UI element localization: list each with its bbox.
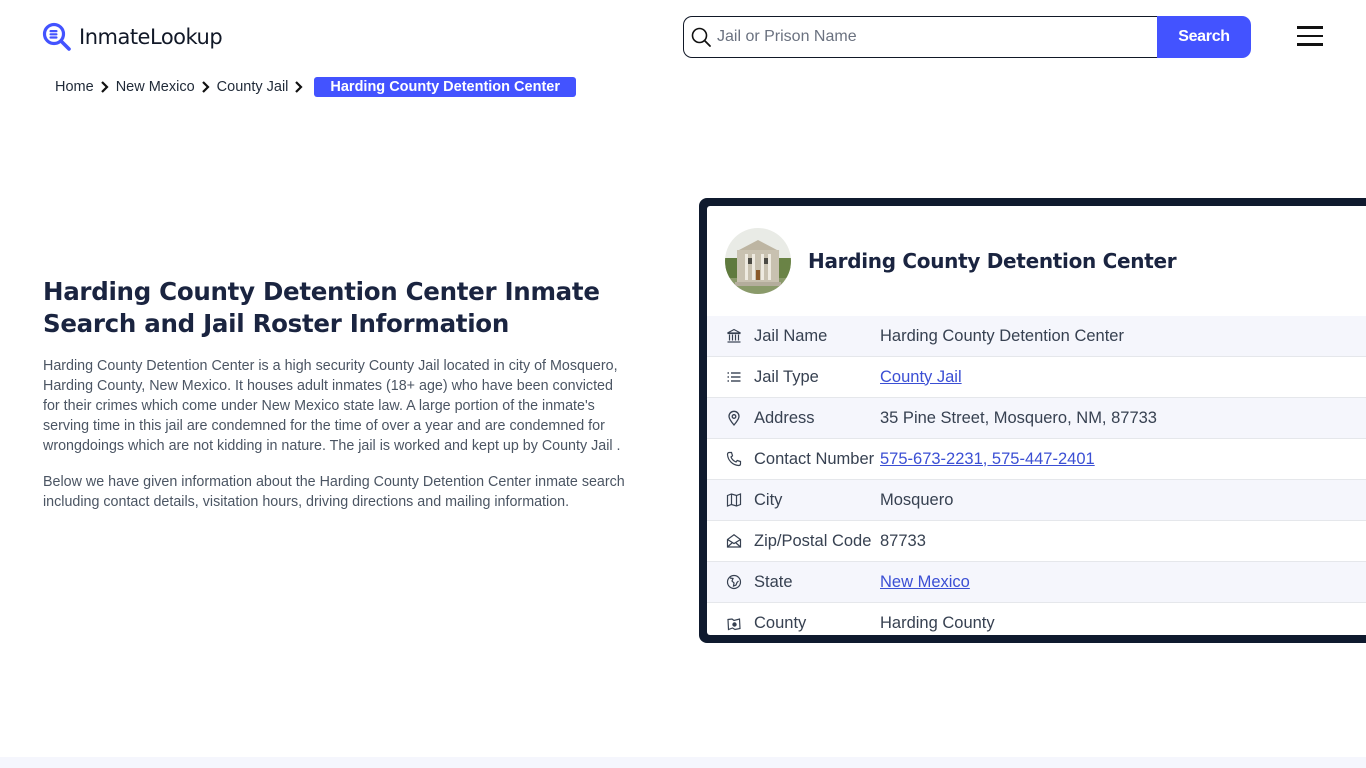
detail-row-zip: Zip/Postal Code 87733 (707, 521, 1366, 562)
chevron-right-icon (96, 79, 114, 95)
detail-value: Harding County Detention Center (880, 326, 1124, 345)
detail-label: State (754, 572, 793, 591)
logo-text: InmateLookup (79, 25, 223, 49)
breadcrumb-home[interactable]: Home (55, 79, 94, 95)
facility-info-card: Harding County Detention Center Jail Nam… (699, 198, 1366, 643)
facility-photo (725, 228, 791, 294)
detail-row-jail-type: Jail Type County Jail (707, 357, 1366, 398)
contact-number-link[interactable]: 575-673-2231, 575-447-2401 (880, 450, 1095, 469)
detail-row-city: City Mosquero (707, 480, 1366, 521)
detail-row-contact-number: Contact Number 575-673-2231, 575-447-240… (707, 439, 1366, 480)
breadcrumb-jail-type[interactable]: County Jail (217, 79, 289, 95)
detail-value: 87733 (880, 531, 926, 550)
detail-value: Harding County (880, 614, 995, 632)
building-columns-icon (724, 326, 744, 346)
map-icon (724, 490, 744, 510)
breadcrumb-state[interactable]: New Mexico (116, 79, 195, 95)
search-button[interactable]: Search (1157, 16, 1251, 58)
mail-open-icon (724, 531, 744, 551)
site-header: InmateLookup Search (0, 0, 1366, 74)
chevron-right-icon (197, 79, 215, 95)
card-header: Harding County Detention Center (707, 206, 1366, 316)
breadcrumb-current: Harding County Detention Center (314, 77, 576, 97)
detail-label: County (754, 614, 807, 632)
county-map-icon (724, 614, 744, 634)
list-icon (724, 367, 744, 387)
detail-row-jail-name: Jail Name Harding County Detention Cente… (707, 316, 1366, 357)
phone-icon (724, 449, 744, 469)
search-icon (690, 26, 712, 48)
intro-paragraph: Below we have given information about th… (43, 474, 625, 510)
detail-label: City (754, 490, 783, 509)
detail-row-address: Address 35 Pine Street, Mosquero, NM, 87… (707, 398, 1366, 439)
hamburger-menu-icon[interactable] (1297, 26, 1325, 48)
detail-label: Jail Name (754, 326, 828, 345)
state-link[interactable]: New Mexico (880, 573, 970, 592)
detail-value: Mosquero (880, 490, 954, 509)
detail-row-state: State New Mexico (707, 562, 1366, 603)
detail-label: Jail Type (754, 367, 819, 386)
detail-label: Zip/Postal Code (754, 531, 872, 550)
search-box (683, 16, 1157, 58)
chevron-right-icon (290, 79, 308, 95)
breadcrumb: Home New Mexico County Jail Harding Coun… (55, 76, 576, 98)
intro-paragraph: Harding County Detention Center is a hig… (43, 358, 621, 454)
map-pin-icon (724, 408, 744, 428)
detail-value: 35 Pine Street, Mosquero, NM, 87733 (880, 408, 1157, 427)
intro-section: Harding County Detention Center Inmate S… (43, 276, 643, 512)
logo-link[interactable]: InmateLookup (42, 22, 223, 52)
jail-type-link[interactable]: County Jail (880, 368, 962, 387)
page-title: Harding County Detention Center Inmate S… (43, 277, 600, 338)
search-input[interactable] (717, 28, 1137, 46)
detail-label: Address (754, 408, 815, 427)
detail-label: Contact Number (754, 449, 875, 468)
footer-strip (0, 757, 1366, 768)
detail-row-county: County Harding County (707, 603, 1366, 635)
card-title: Harding County Detention Center (808, 249, 1177, 273)
globe-icon (724, 572, 744, 592)
logo-magnifier-icon (42, 22, 72, 52)
search-form: Search (683, 16, 1251, 58)
facility-details-table: Jail Name Harding County Detention Cente… (707, 316, 1366, 635)
